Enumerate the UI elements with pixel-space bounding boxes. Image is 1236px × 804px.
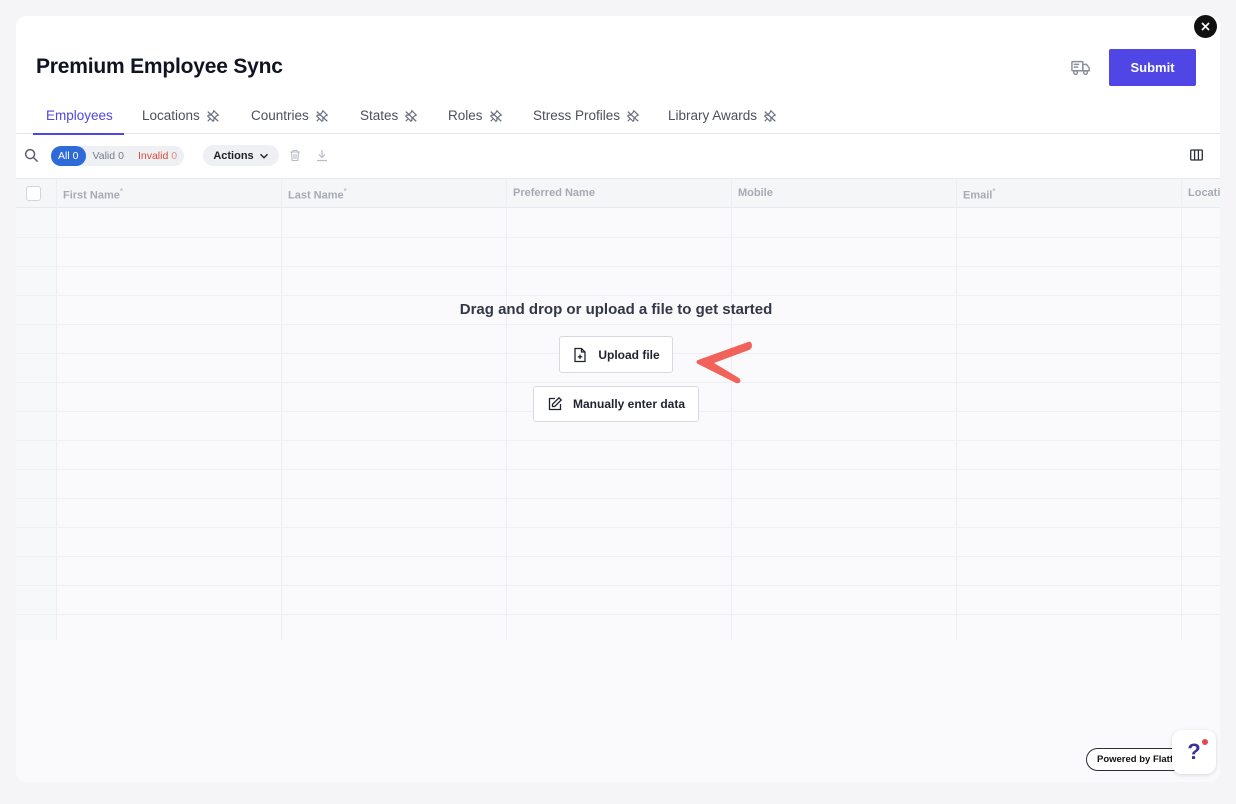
column-label: Mobile — [738, 187, 773, 199]
row-number-column — [16, 208, 56, 640]
tab-label: Countries — [251, 108, 309, 123]
row-divider — [16, 266, 1220, 267]
row-divider — [16, 237, 1220, 238]
row-divider — [16, 585, 1220, 586]
help-button[interactable]: ? — [1172, 730, 1216, 774]
sheet-tabs: Employees Locations Countries States Rol… — [16, 102, 1220, 135]
column-label: Locati — [1188, 187, 1220, 199]
close-button[interactable] — [1194, 15, 1217, 38]
pin-icon — [315, 109, 329, 123]
columns-icon[interactable] — [1190, 149, 1203, 161]
row-divider — [16, 324, 1220, 325]
filter-label: Invalid — [137, 150, 169, 162]
pin-icon — [626, 109, 640, 123]
row-divider — [16, 469, 1220, 470]
tab-stress-profiles[interactable]: Stress Profiles — [533, 102, 640, 134]
pin-icon — [405, 109, 418, 123]
column-header-location[interactable]: Locati — [1181, 179, 1220, 208]
column-header-first-name[interactable]: First Name* — [56, 179, 281, 208]
question-mark-icon: ? — [1187, 739, 1201, 764]
import-modal: Premium Employee Sync Submit Employees L… — [16, 16, 1220, 782]
required-marker: * — [343, 187, 347, 196]
tab-roles[interactable]: Roles — [448, 102, 503, 134]
row-divider — [16, 295, 1220, 296]
column-header-email[interactable]: Email* — [956, 179, 1181, 208]
tab-countries[interactable]: Countries — [251, 102, 329, 134]
actions-dropdown[interactable]: Actions — [203, 145, 279, 166]
upload-file-button[interactable]: Upload file — [559, 336, 673, 373]
tab-states[interactable]: States — [360, 102, 418, 134]
column-divider — [56, 179, 57, 640]
notification-dot — [1202, 739, 1208, 745]
button-label: Upload file — [598, 347, 660, 362]
page-title: Premium Employee Sync — [36, 55, 283, 78]
row-divider — [16, 440, 1220, 441]
column-divider — [506, 179, 507, 640]
tab-label: Employees — [46, 108, 113, 123]
tab-label: States — [360, 108, 399, 123]
actions-label: Actions — [213, 149, 254, 162]
tab-locations[interactable]: Locations — [142, 102, 220, 134]
tab-label: Library Awards — [668, 108, 758, 123]
row-divider — [16, 556, 1220, 557]
tab-label: Stress Profiles — [533, 108, 621, 123]
record-filter: All 0 Valid 0 Invalid 0 — [51, 146, 185, 166]
tab-employees[interactable]: Employees — [33, 102, 124, 135]
column-divider — [956, 179, 957, 640]
submit-button[interactable]: Submit — [1109, 49, 1196, 86]
required-marker: * — [119, 187, 123, 196]
column-header-mobile[interactable]: Mobile — [731, 179, 956, 208]
filter-count: 0 — [118, 150, 124, 162]
column-header-preferred-name[interactable]: Preferred Name — [506, 179, 731, 208]
select-all-checkbox[interactable] — [26, 186, 41, 201]
column-label: First Name — [63, 189, 120, 202]
row-divider — [16, 498, 1220, 499]
tab-label: Roles — [448, 108, 483, 123]
truck-icon[interactable] — [1070, 58, 1092, 78]
search-icon[interactable] — [24, 148, 39, 163]
column-divider — [1181, 179, 1182, 640]
column-header-last-name[interactable]: Last Name* — [281, 179, 506, 208]
empty-state-message: Drag and drop or upload a file to get st… — [459, 301, 773, 318]
close-icon — [1201, 22, 1210, 31]
manually-enter-data-button[interactable]: Manually enter data — [533, 386, 699, 422]
pin-icon — [489, 109, 502, 123]
column-label: Email — [963, 189, 993, 202]
chevron-down-icon — [259, 153, 268, 159]
row-divider — [16, 527, 1220, 528]
pin-icon — [763, 109, 777, 123]
grid-header-row: First Name* Last Name* Preferred Name Mo… — [16, 179, 1220, 208]
edit-icon — [548, 396, 563, 411]
pointer-arrow-icon — [696, 341, 752, 384]
filter-count: 0 — [72, 150, 79, 162]
row-divider — [16, 614, 1220, 615]
tab-label: Locations — [142, 108, 200, 123]
filter-invalid[interactable]: Invalid 0 — [131, 146, 184, 166]
tab-library-awards[interactable]: Library Awards — [668, 102, 777, 134]
button-label: Manually enter data — [572, 397, 686, 411]
required-marker: * — [992, 187, 996, 196]
filter-count: 0 — [171, 150, 178, 162]
grid-toolbar: All 0 Valid 0 Invalid 0 Actions — [16, 135, 1220, 178]
column-label: Last Name — [288, 189, 344, 202]
filter-valid[interactable]: Valid 0 — [86, 146, 131, 166]
column-label: Preferred Name — [513, 187, 595, 199]
file-plus-icon — [574, 347, 586, 362]
column-divider — [281, 179, 282, 640]
filter-all[interactable]: All 0 — [51, 146, 86, 166]
column-divider — [731, 179, 732, 640]
filter-label: Valid — [92, 150, 116, 162]
pin-icon — [206, 109, 220, 123]
trash-icon[interactable] — [289, 149, 301, 162]
row-divider — [16, 382, 1220, 383]
download-icon[interactable] — [316, 149, 328, 162]
filter-label: All — [58, 150, 70, 162]
